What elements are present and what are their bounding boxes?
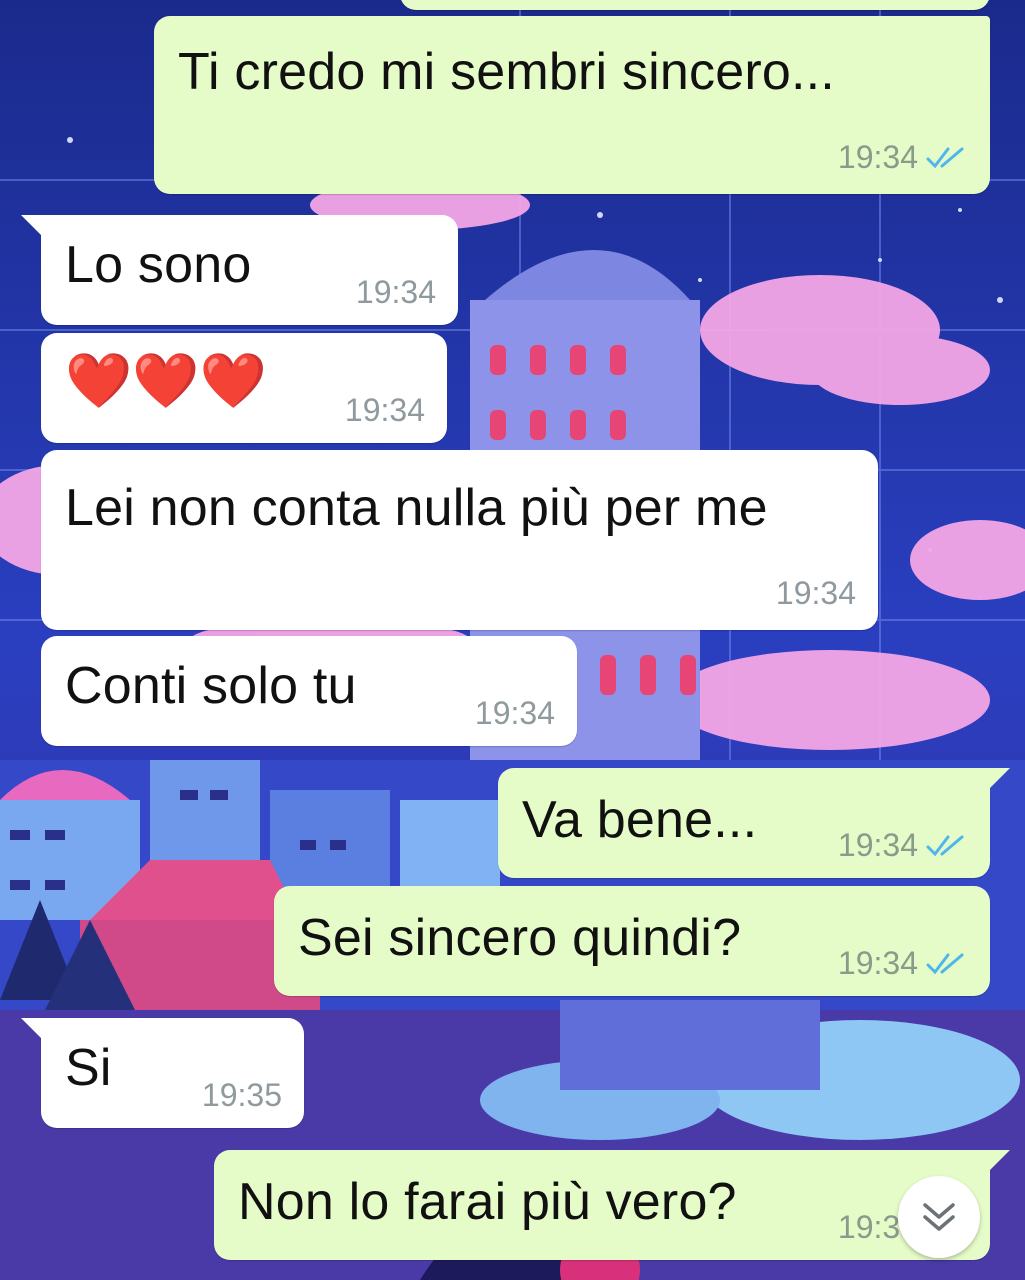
double-check-icon bbox=[926, 147, 964, 168]
message-time: 19:34 bbox=[355, 274, 436, 310]
message-text: Si bbox=[65, 1039, 112, 1097]
message-meta: 19:34 bbox=[838, 827, 968, 864]
message-time: 19:34 bbox=[344, 392, 425, 428]
double-check-icon bbox=[926, 953, 964, 974]
message-bubble-clipped bbox=[400, 0, 990, 10]
message-meta: 19:34 bbox=[475, 695, 555, 732]
message-bubble-incoming[interactable]: Lei non conta nulla più per me 19:34 bbox=[41, 450, 878, 630]
double-check-icon bbox=[926, 835, 964, 856]
message-meta: 19:34 bbox=[345, 392, 425, 429]
message-text: Non lo farai più vero? bbox=[238, 1173, 737, 1231]
message-text: Sei sincero quindi? bbox=[298, 909, 742, 967]
message-text: Ti credo mi sembri sincero... bbox=[178, 43, 835, 101]
message-time: 19:34 bbox=[775, 575, 856, 611]
message-text-emoji: ❤️❤️❤️ bbox=[65, 349, 268, 412]
message-time: 19:35 bbox=[201, 1077, 282, 1113]
message-bubble-outgoing[interactable]: Va bene... 19:34 bbox=[498, 768, 1010, 878]
message-text: Lei non conta nulla più per me bbox=[65, 479, 768, 537]
message-meta: 19:34 bbox=[838, 139, 968, 176]
scroll-to-bottom-button[interactable] bbox=[898, 1176, 980, 1258]
message-bubble-outgoing[interactable]: Sei sincero quindi? 19:34 bbox=[274, 886, 990, 996]
message-text: Conti solo tu bbox=[65, 657, 357, 715]
message-bubble-incoming[interactable]: Lo sono 19:34 bbox=[21, 215, 458, 325]
message-time: 19:34 bbox=[837, 139, 918, 175]
bubble-tail bbox=[21, 215, 45, 239]
chat-conversation[interactable]: Ti credo mi sembri sincero... 19:34 Lo s… bbox=[0, 0, 1025, 1280]
bubble-tail bbox=[21, 1018, 45, 1042]
message-bubble-incoming[interactable]: Si 19:35 bbox=[21, 1018, 304, 1128]
bubble-tail bbox=[986, 768, 1010, 792]
message-text: Va bene... bbox=[522, 791, 758, 849]
message-text: Lo sono bbox=[65, 236, 252, 294]
message-time: 19:34 bbox=[837, 945, 918, 981]
message-bubble-outgoing[interactable]: Ti credo mi sembri sincero... 19:34 bbox=[154, 16, 990, 194]
message-bubble-incoming[interactable]: Conti solo tu 19:34 bbox=[41, 636, 577, 746]
message-meta: 19:34 bbox=[838, 945, 968, 982]
message-bubble-outgoing[interactable]: Non lo farai più vero? 19:35 bbox=[214, 1150, 1010, 1260]
message-bubble-incoming[interactable]: ❤️❤️❤️ 19:34 bbox=[41, 333, 447, 443]
message-meta: 19:34 bbox=[776, 575, 856, 612]
bubble-tail bbox=[986, 1150, 1010, 1174]
message-time: 19:34 bbox=[837, 827, 918, 863]
message-meta: 19:34 bbox=[356, 274, 436, 311]
message-time: 19:34 bbox=[474, 695, 555, 731]
message-meta: 19:35 bbox=[202, 1077, 282, 1114]
chevron-double-down-icon bbox=[923, 1203, 955, 1231]
